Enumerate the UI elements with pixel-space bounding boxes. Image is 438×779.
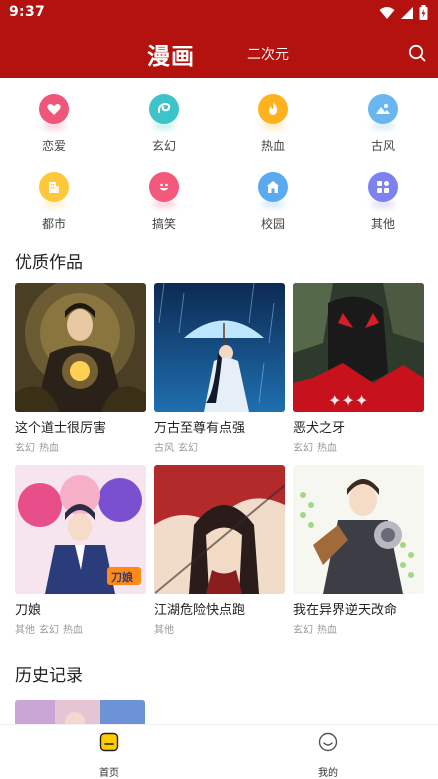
comic-card[interactable]: 我在异界逆天改命 玄幻 热血 [293, 465, 424, 636]
nav-home[interactable]: 首页 [79, 732, 139, 779]
comic-tag: 古风 [154, 443, 174, 454]
swirl-icon [149, 94, 179, 124]
comic-cover[interactable] [293, 465, 424, 594]
wifi-icon [379, 6, 395, 19]
signal-icon [401, 6, 413, 19]
category-fantasy[interactable]: 玄幻 [119, 94, 209, 154]
nav-label: 首页 [99, 768, 119, 779]
status-bar: 9:37 [0, 0, 438, 26]
comic-cover[interactable]: ✦✦✦ [293, 283, 424, 412]
home-icon [99, 732, 119, 752]
profile-icon [318, 732, 338, 752]
comic-card[interactable]: ✦✦✦ 恶犬之牙 玄幻 热血 [293, 283, 424, 454]
section-title-featured: 优质作品 [15, 253, 83, 273]
comic-cover[interactable] [154, 465, 285, 594]
comic-card[interactable]: 万古至尊有点强 古风 玄幻 [154, 283, 285, 454]
category-romance[interactable]: 恋爱 [9, 94, 99, 154]
comic-tag: 玄幻 [293, 443, 313, 454]
comic-tags: 其他 玄幻 热血 [15, 621, 146, 636]
comic-tag: 其他 [15, 625, 35, 636]
comic-title: 江湖危险快点跑 [154, 603, 246, 618]
battery-icon [419, 5, 428, 20]
comic-card[interactable]: 这个道士很厉害 玄幻 热血 [15, 283, 146, 454]
category-label: 搞笑 [151, 217, 176, 231]
category-label: 玄幻 [151, 139, 176, 153]
comic-title: 恶犬之牙 [293, 421, 346, 436]
comic-tag: 热血 [317, 443, 337, 454]
category-label: 热血 [260, 139, 285, 153]
comic-tags: 古风 玄幻 [154, 439, 285, 454]
comic-tags: 其他 [154, 621, 285, 636]
category-label: 恋爱 [41, 139, 66, 153]
category-urban[interactable]: 都市 [9, 172, 99, 232]
svg-text:刀娘: 刀娘 [111, 570, 133, 584]
section-title-history: 历史记录 [15, 666, 83, 686]
comic-cover[interactable]: 刀娘 [15, 465, 146, 594]
school-icon [258, 172, 288, 202]
category-other[interactable]: 其他 [338, 172, 428, 232]
comic-cover[interactable] [154, 283, 285, 412]
bottom-nav: 首页 我的 [0, 724, 438, 779]
search-icon[interactable] [406, 42, 428, 64]
building-icon [39, 172, 69, 202]
grid-icon [368, 172, 398, 202]
category-campus[interactable]: 校园 [228, 172, 318, 232]
comic-tags: 玄幻 热血 [293, 621, 424, 636]
app-bar: 漫画 二次元 [0, 26, 438, 78]
comic-tag: 玄幻 [178, 443, 198, 454]
comic-tag: 其他 [154, 625, 174, 636]
category-ancient[interactable]: 古风 [338, 94, 428, 154]
comic-title: 万古至尊有点强 [154, 421, 246, 436]
history-item-cover[interactable] [15, 700, 145, 726]
category-label: 其他 [370, 217, 395, 231]
comic-tag: 热血 [39, 443, 59, 454]
nav-profile[interactable]: 我的 [298, 732, 358, 779]
flame-icon [258, 94, 288, 124]
status-time: 9:37 [9, 4, 46, 20]
landscape-icon [368, 94, 398, 124]
comic-card[interactable]: 刀娘 刀娘 其他 玄幻 热血 [15, 465, 146, 636]
comic-title: 我在异界逆天改命 [293, 603, 398, 618]
category-passion[interactable]: 热血 [228, 94, 318, 154]
svg-text:✦✦✦: ✦✦✦ [328, 391, 368, 410]
comic-tags: 玄幻 热血 [293, 439, 424, 454]
category-funny[interactable]: 搞笑 [119, 172, 209, 232]
nav-label: 我的 [318, 768, 338, 779]
comic-title: 刀娘 [15, 603, 42, 618]
category-label: 校园 [260, 217, 285, 231]
status-icons [379, 5, 428, 20]
category-label: 古风 [370, 139, 395, 153]
comic-tags: 玄幻 热血 [15, 439, 146, 454]
heart-icon [39, 94, 69, 124]
tab-anime[interactable]: 二次元 [247, 44, 289, 64]
comic-tag: 玄幻 [293, 625, 313, 636]
comic-tag: 玄幻 [15, 443, 35, 454]
comic-card[interactable]: 江湖危险快点跑 其他 [154, 465, 285, 636]
tab-manga[interactable]: 漫画 [147, 37, 195, 71]
comic-cover[interactable] [15, 283, 146, 412]
smile-icon [149, 172, 179, 202]
comic-title: 这个道士很厉害 [15, 421, 107, 436]
comic-tag: 热血 [63, 625, 83, 636]
comic-tag: 玄幻 [39, 625, 59, 636]
comic-tag: 热血 [317, 625, 337, 636]
category-label: 都市 [41, 217, 66, 231]
